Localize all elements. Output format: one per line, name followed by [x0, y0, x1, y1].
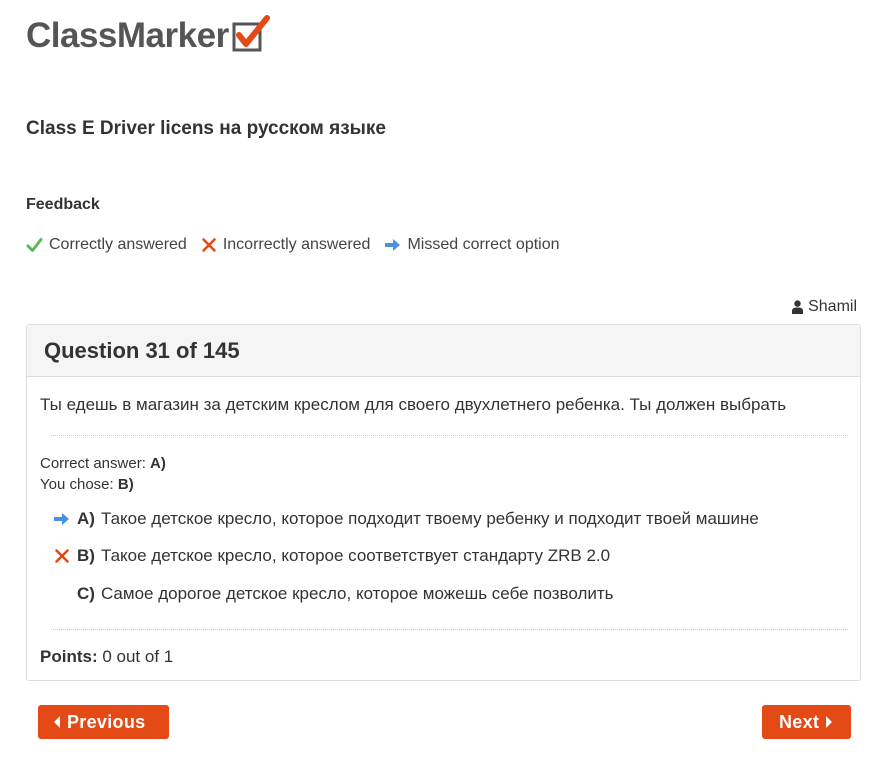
divider — [51, 435, 848, 436]
legend-correct: Correctly answered — [26, 236, 187, 254]
checkbox-check-icon — [232, 15, 270, 52]
caret-left-icon — [54, 716, 60, 728]
answer-option-b: B) Такое детское кресло, которое соответ… — [40, 546, 610, 566]
answer-option-c: C) Самое дорогое детское кресло, которое… — [40, 584, 614, 604]
correct-answer-line: Correct answer: A) — [40, 453, 166, 474]
user-icon — [792, 300, 804, 314]
points: Points: 0 out of 1 — [40, 647, 173, 667]
divider — [51, 629, 848, 630]
option-b-mark — [40, 548, 77, 564]
test-title: Class E Driver licens на русском языке — [26, 118, 386, 139]
question-title: Question 31 of 145 — [44, 337, 240, 363]
cross-icon — [202, 238, 216, 252]
user-info: Shamil — [792, 298, 857, 316]
correct-answer-label: Correct answer: — [40, 455, 146, 472]
caret-right-icon — [826, 716, 833, 728]
next-label: Next — [779, 711, 820, 732]
previous-label: Previous — [67, 711, 146, 732]
option-letter: B) — [77, 546, 95, 565]
feedback-legend: Correctly answered Incorrectly answered … — [26, 236, 574, 254]
legend-incorrect-label: Incorrectly answered — [222, 236, 371, 253]
option-letter: A) — [77, 509, 95, 528]
you-chose-value: B) — [117, 476, 134, 493]
feedback-heading: Feedback — [26, 196, 100, 213]
you-chose-line: You chose: B) — [40, 474, 166, 495]
cross-icon — [55, 549, 69, 563]
points-label: Points: — [40, 647, 98, 666]
legend-missed: Missed correct option — [384, 236, 560, 254]
option-a-mark — [40, 511, 77, 527]
legend-incorrect: Incorrectly answered — [201, 236, 371, 254]
next-button[interactable]: Next — [762, 705, 851, 739]
previous-button[interactable]: Previous — [38, 705, 169, 739]
answer-option-a: A) Такое детское кресло, которое подходи… — [40, 509, 759, 529]
option-text: Такое детское кресло, которое подходит т… — [100, 509, 759, 528]
points-value: 0 out of 1 — [102, 647, 174, 666]
question-header: Question 31 of 145 — [27, 325, 860, 377]
legend-correct-label: Correctly answered — [49, 236, 187, 253]
legend-missed-label: Missed correct option — [407, 236, 560, 253]
option-text: Такое детское кресло, которое соответств… — [100, 546, 611, 565]
logo-text: ClassMarker — [26, 16, 229, 55]
you-chose-label: You chose: — [40, 476, 114, 493]
correct-answer-value: A) — [150, 455, 166, 472]
option-text: Самое дорогое детское кресло, которое мо… — [100, 584, 614, 603]
check-icon — [26, 238, 43, 252]
user-name: Shamil — [808, 298, 857, 315]
arrow-right-icon — [385, 239, 401, 251]
question-panel: Question 31 of 145 Ты едешь в магазин за… — [26, 324, 861, 681]
arrow-right-icon — [54, 513, 69, 525]
question-text: Ты едешь в магазин за детским креслом дл… — [40, 395, 787, 414]
answer-summary: Correct answer: A) You chose: B) — [40, 453, 166, 495]
logo[interactable]: ClassMarker — [26, 14, 271, 58]
option-letter: C) — [77, 584, 95, 603]
